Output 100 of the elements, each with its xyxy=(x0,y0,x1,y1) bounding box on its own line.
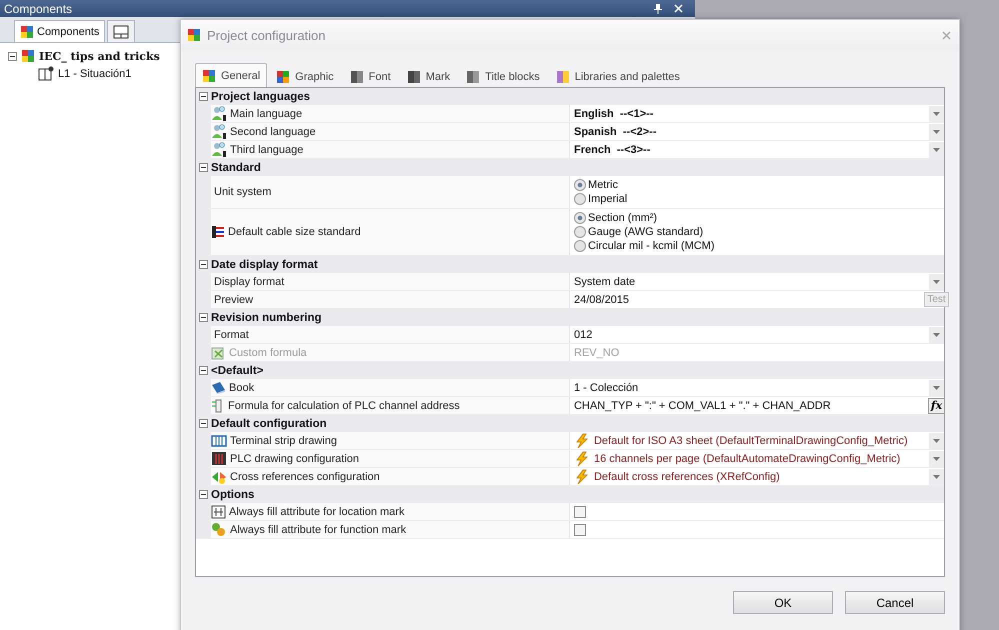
radio-button[interactable] xyxy=(574,240,586,252)
collapse-icon[interactable] xyxy=(199,366,208,375)
collapse-icon[interactable] xyxy=(199,490,208,499)
plc-icon xyxy=(211,451,227,466)
users-icon xyxy=(211,106,227,121)
section-title: <Default> xyxy=(211,364,264,376)
section-title: Project languages xyxy=(211,90,310,102)
cancel-button[interactable]: Cancel xyxy=(845,591,945,614)
radio-label: Gauge (AWG standard) xyxy=(588,226,704,238)
layout-icon xyxy=(113,24,130,38)
radio-button[interactable] xyxy=(574,212,586,224)
panel-tab[interactable]: Components xyxy=(14,20,106,42)
dropdown-button[interactable] xyxy=(929,274,944,290)
tab[interactable]: Libraries and palettes xyxy=(548,65,687,88)
tab[interactable]: Graphic xyxy=(269,65,341,88)
property-value: System date xyxy=(574,276,636,288)
panel-title: Components xyxy=(4,2,74,16)
collapse-icon[interactable] xyxy=(199,419,208,428)
caret-icon xyxy=(933,148,940,152)
lightning-icon xyxy=(574,450,590,466)
collapse-icon[interactable] xyxy=(199,163,208,172)
property-label: Display format xyxy=(214,276,284,288)
property-label: Third language xyxy=(230,144,304,156)
collapse-icon[interactable] xyxy=(199,92,208,101)
property-value: English --<1>-- xyxy=(574,108,654,120)
dropdown-button[interactable] xyxy=(929,468,944,484)
section-title: Default configuration xyxy=(211,418,327,430)
radio-label: Section (mm²) xyxy=(588,212,658,224)
caret-icon xyxy=(933,474,940,478)
property-label: Cross references configuration xyxy=(230,470,380,482)
pin-icon[interactable] xyxy=(654,4,662,14)
property-value: 1 - Colección xyxy=(574,382,638,394)
dropdown-button[interactable] xyxy=(929,124,944,140)
dropdown-button[interactable] xyxy=(929,326,944,342)
notepad-icon xyxy=(211,346,226,360)
radio-button[interactable] xyxy=(574,179,586,191)
dropdown-button[interactable] xyxy=(929,142,944,158)
dropdown-button[interactable] xyxy=(929,432,944,448)
radio-label: Circular mil - kcmil (MCM) xyxy=(588,240,715,252)
radio-button[interactable] xyxy=(574,226,586,238)
lightning-icon xyxy=(574,432,590,448)
property-label: Main language xyxy=(230,108,302,120)
lightning-icon xyxy=(574,468,590,484)
close-icon[interactable] xyxy=(674,4,683,13)
cubes-icon xyxy=(202,69,216,83)
property-value: Default for ISO A3 sheet (DefaultTerminalDrawingConfig_Metric) xyxy=(594,434,908,446)
property-value: CHAN_TYP + ":" + COM_VAL1 + "." + CHAN_ADDR xyxy=(574,400,831,412)
tab[interactable]: Mark xyxy=(400,65,458,88)
property-label: Book xyxy=(229,382,254,394)
section-title: Standard xyxy=(211,162,261,174)
caret-icon xyxy=(933,332,940,336)
users-icon xyxy=(211,124,227,139)
checkbox[interactable] xyxy=(574,524,586,536)
property-value: Spanish --<2>-- xyxy=(574,126,657,138)
dropdown-button[interactable] xyxy=(929,106,944,122)
collapse-icon[interactable] xyxy=(8,52,17,60)
ok-button[interactable]: OK xyxy=(733,591,833,614)
radio-button[interactable] xyxy=(574,193,586,205)
panel-tab[interactable] xyxy=(107,20,136,42)
collapse-icon[interactable] xyxy=(199,260,208,269)
section-title: Date display format xyxy=(211,258,318,270)
grid-icon xyxy=(276,70,290,84)
dialog-title: Project configuration xyxy=(207,28,327,42)
property-label: Formula for calculation of PLC channel address xyxy=(228,400,460,412)
property-label: Default cable size standard xyxy=(228,226,361,238)
property-label: Always fill attribute for function mark xyxy=(230,524,406,536)
book-icon xyxy=(211,381,226,394)
checkbox[interactable] xyxy=(574,506,586,518)
collapse-icon[interactable] xyxy=(199,313,208,322)
cubes-icon xyxy=(187,28,201,42)
formula-button[interactable]: fx xyxy=(928,398,946,414)
caret-icon xyxy=(933,130,940,134)
property-label: Custom formula xyxy=(229,346,307,358)
tab[interactable]: Font xyxy=(342,65,398,88)
caret-icon xyxy=(933,438,940,442)
property-value: 012 xyxy=(574,328,592,340)
property-value: French --<3>-- xyxy=(574,144,650,156)
caret-icon xyxy=(933,456,940,460)
radio-label: Imperial xyxy=(588,193,628,205)
function-mark-icon xyxy=(211,522,227,537)
caret-icon xyxy=(933,386,940,390)
property-label: Terminal strip drawing xyxy=(230,434,337,446)
property-value: 16 channels per page (DefaultAutomateDrawingConfig_Metric) xyxy=(594,452,900,464)
terminal-strip-icon xyxy=(211,434,227,448)
property-label: Always fill attribute for location mark xyxy=(229,506,404,518)
users-icon xyxy=(211,142,227,157)
property-value: Default cross references (XRefConfig) xyxy=(594,470,780,482)
cable-icon xyxy=(211,225,225,239)
tab[interactable]: General xyxy=(195,63,268,88)
radio-label: Metric xyxy=(588,179,618,191)
property-label: Unit system xyxy=(214,186,272,198)
property-label: Second language xyxy=(230,126,316,138)
dropdown-button[interactable] xyxy=(929,450,944,466)
tree-item[interactable]: L1 - Situación1 xyxy=(58,68,132,80)
dropdown-button[interactable] xyxy=(929,380,944,396)
property-label: Preview xyxy=(214,294,254,306)
property-value: REV_NO xyxy=(574,346,620,358)
tab[interactable]: Title blocks xyxy=(459,65,547,88)
property-label: PLC drawing configuration xyxy=(230,452,360,464)
tree-item[interactable]: IEC_ tips and tricks xyxy=(39,50,160,62)
